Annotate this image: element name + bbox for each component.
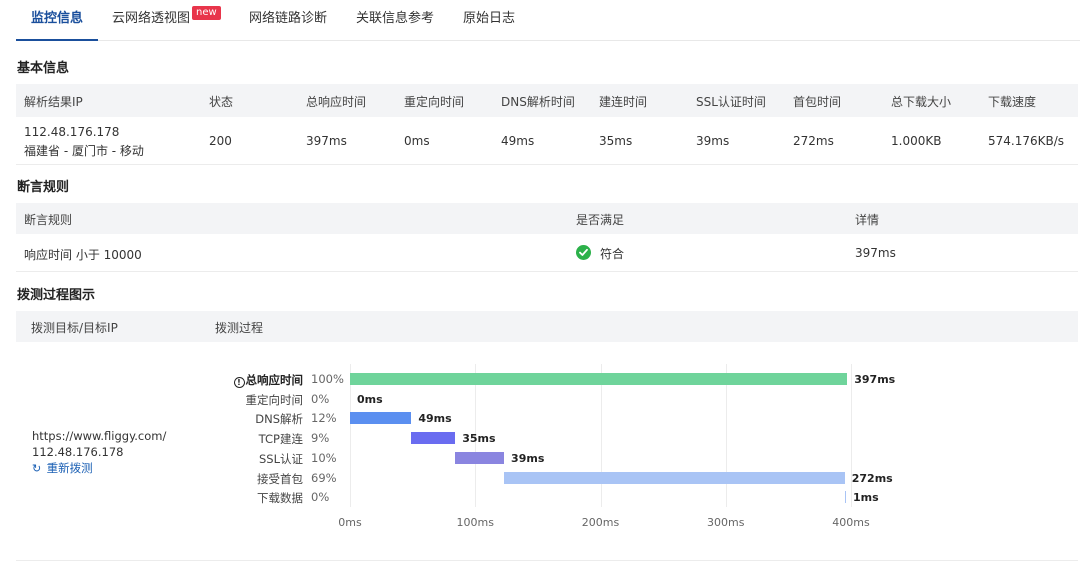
- table-row: 112.48.176.178 福建省 - 厦门市 - 移动 200 397ms …: [16, 117, 1078, 165]
- col-header: 是否满足: [576, 213, 625, 227]
- resolved-ip: 112.48.176.178: [24, 125, 120, 139]
- stage-value: 272ms: [851, 471, 893, 485]
- gridline: [600, 364, 602, 507]
- stage-bar: [504, 471, 845, 484]
- target-url: https://www.fliggy.com/: [32, 429, 167, 443]
- stage-label-text: 总响应时间: [245, 373, 304, 387]
- stage-percent: 10%: [311, 450, 337, 465]
- col-header: 建连时间: [599, 95, 648, 109]
- new-badge: new: [192, 6, 221, 20]
- x-tick-label: 300ms: [707, 516, 745, 529]
- process-header: 拨测目标/目标IP 拨测过程: [16, 311, 1078, 342]
- x-tick-label: 100ms: [456, 516, 494, 529]
- col-header: SSL认证时间: [696, 95, 766, 109]
- col-header: 首包时间: [793, 95, 842, 109]
- tab-raw-log[interactable]: 原始日志: [463, 0, 515, 41]
- stage-percent: 69%: [311, 470, 337, 485]
- col-header: 总响应时间: [306, 95, 367, 109]
- stage-label: TCP建连: [258, 432, 303, 447]
- assertion-header: 断言规则 是否满足 详情: [16, 203, 1078, 234]
- retest-button[interactable]: ↻ 重新拨测: [32, 460, 166, 477]
- stage-label: 下载数据: [257, 491, 303, 506]
- check-circle-icon: [576, 245, 591, 260]
- stage-percent: 9%: [311, 431, 330, 446]
- table-row: 响应时间 小于 10000 符合 397ms: [16, 234, 1078, 272]
- stage-bar: [411, 432, 456, 445]
- tab-bar: 监控信息 云网络透视图 new 网络链路诊断 关联信息参考 原始日志: [16, 0, 1080, 41]
- basic-info-header: 解析结果IP 状态 总响应时间 重定向时间 DNS解析时间 建连时间 SSL认证…: [16, 84, 1078, 117]
- target-info: https://www.fliggy.com/ 112.48.176.178 ↻…: [32, 428, 166, 477]
- stage-percent: 100%: [311, 372, 344, 386]
- stage-value: 49ms: [418, 412, 452, 426]
- total-response-time: 397ms: [306, 134, 347, 148]
- download-speed: 574.176KB/s: [988, 134, 1065, 148]
- stage-percent: 12%: [311, 411, 337, 426]
- divider: [16, 560, 1078, 561]
- x-tick-label: 400ms: [832, 516, 870, 529]
- stage-bar: [350, 412, 412, 425]
- target-ip: 112.48.176.178: [32, 445, 124, 459]
- stage-label: 重定向时间: [245, 392, 304, 407]
- assertion-satisfied: 符合: [600, 247, 625, 261]
- assertion-title: 断言规则: [17, 180, 70, 195]
- gridline: [475, 364, 477, 507]
- info-icon: !: [233, 377, 245, 388]
- tab-related-info[interactable]: 关联信息参考: [356, 0, 434, 41]
- connect-time: 35ms: [599, 134, 633, 148]
- download-size: 1.000KB: [891, 134, 942, 148]
- gridline: [350, 364, 351, 507]
- assertion-detail: 397ms: [855, 246, 896, 260]
- tab-label: 关联信息参考: [356, 11, 435, 26]
- tab-label: 网络链路诊断: [249, 11, 328, 26]
- stage-bar: [455, 451, 505, 464]
- stage-label: ! 总响应时间: [233, 372, 304, 388]
- tab-monitor-info[interactable]: 监控信息: [31, 0, 83, 41]
- stage-label: DNS解析: [255, 412, 303, 427]
- col-header: 解析结果IP: [24, 95, 83, 109]
- x-tick-label: 0ms: [338, 516, 362, 529]
- stage-label: SSL认证: [258, 451, 303, 466]
- col-header: 详情: [855, 213, 880, 227]
- first-packet-time: 272ms: [793, 134, 834, 148]
- basic-info-title: 基本信息: [17, 61, 70, 76]
- col-header: 状态: [209, 95, 234, 109]
- ip-location: 福建省 - 厦门市 - 移动: [24, 144, 144, 158]
- col-header: 拨测目标/目标IP: [31, 321, 118, 335]
- stage-value: 1ms: [852, 491, 879, 505]
- retest-label: 重新拨测: [46, 461, 93, 475]
- tab-label: 云网络透视图: [112, 11, 191, 26]
- gridline: [725, 364, 727, 507]
- status-code: 200: [209, 134, 232, 148]
- col-header: 总下载大小: [891, 95, 952, 109]
- stage-label: 接受首包: [257, 471, 303, 486]
- stage-value: 397ms: [854, 373, 896, 386]
- refresh-icon: ↻: [32, 462, 42, 475]
- col-header: 下载速度: [988, 95, 1037, 109]
- assertion-rule: 响应时间 小于 10000: [24, 248, 142, 262]
- col-header: 断言规则: [24, 213, 73, 227]
- stage-value: 39ms: [511, 451, 545, 465]
- col-header: DNS解析时间: [501, 95, 575, 109]
- dns-time: 49ms: [501, 134, 535, 148]
- stage-value: 35ms: [462, 432, 496, 446]
- tab-label: 原始日志: [463, 11, 516, 26]
- active-tab-indicator: [16, 39, 98, 41]
- x-tick-label: 200ms: [581, 516, 620, 529]
- tab-network-diagnosis[interactable]: 网络链路诊断: [249, 0, 327, 41]
- stage-bar: [350, 373, 848, 385]
- tab-label: 监控信息: [31, 11, 84, 26]
- gridline: [851, 364, 852, 507]
- stage-bar: [844, 491, 846, 504]
- ssl-time: 39ms: [696, 134, 730, 148]
- stage-value: 0ms: [357, 392, 383, 406]
- tab-cloud-network-view[interactable]: 云网络透视图: [112, 0, 190, 41]
- process-title: 拨测过程图示: [17, 288, 96, 303]
- col-header: 重定向时间: [404, 95, 465, 109]
- stage-percent: 0%: [311, 391, 330, 406]
- col-header: 拨测过程: [215, 321, 264, 335]
- redirect-time: 0ms: [404, 134, 430, 148]
- stage-percent: 0%: [311, 490, 330, 505]
